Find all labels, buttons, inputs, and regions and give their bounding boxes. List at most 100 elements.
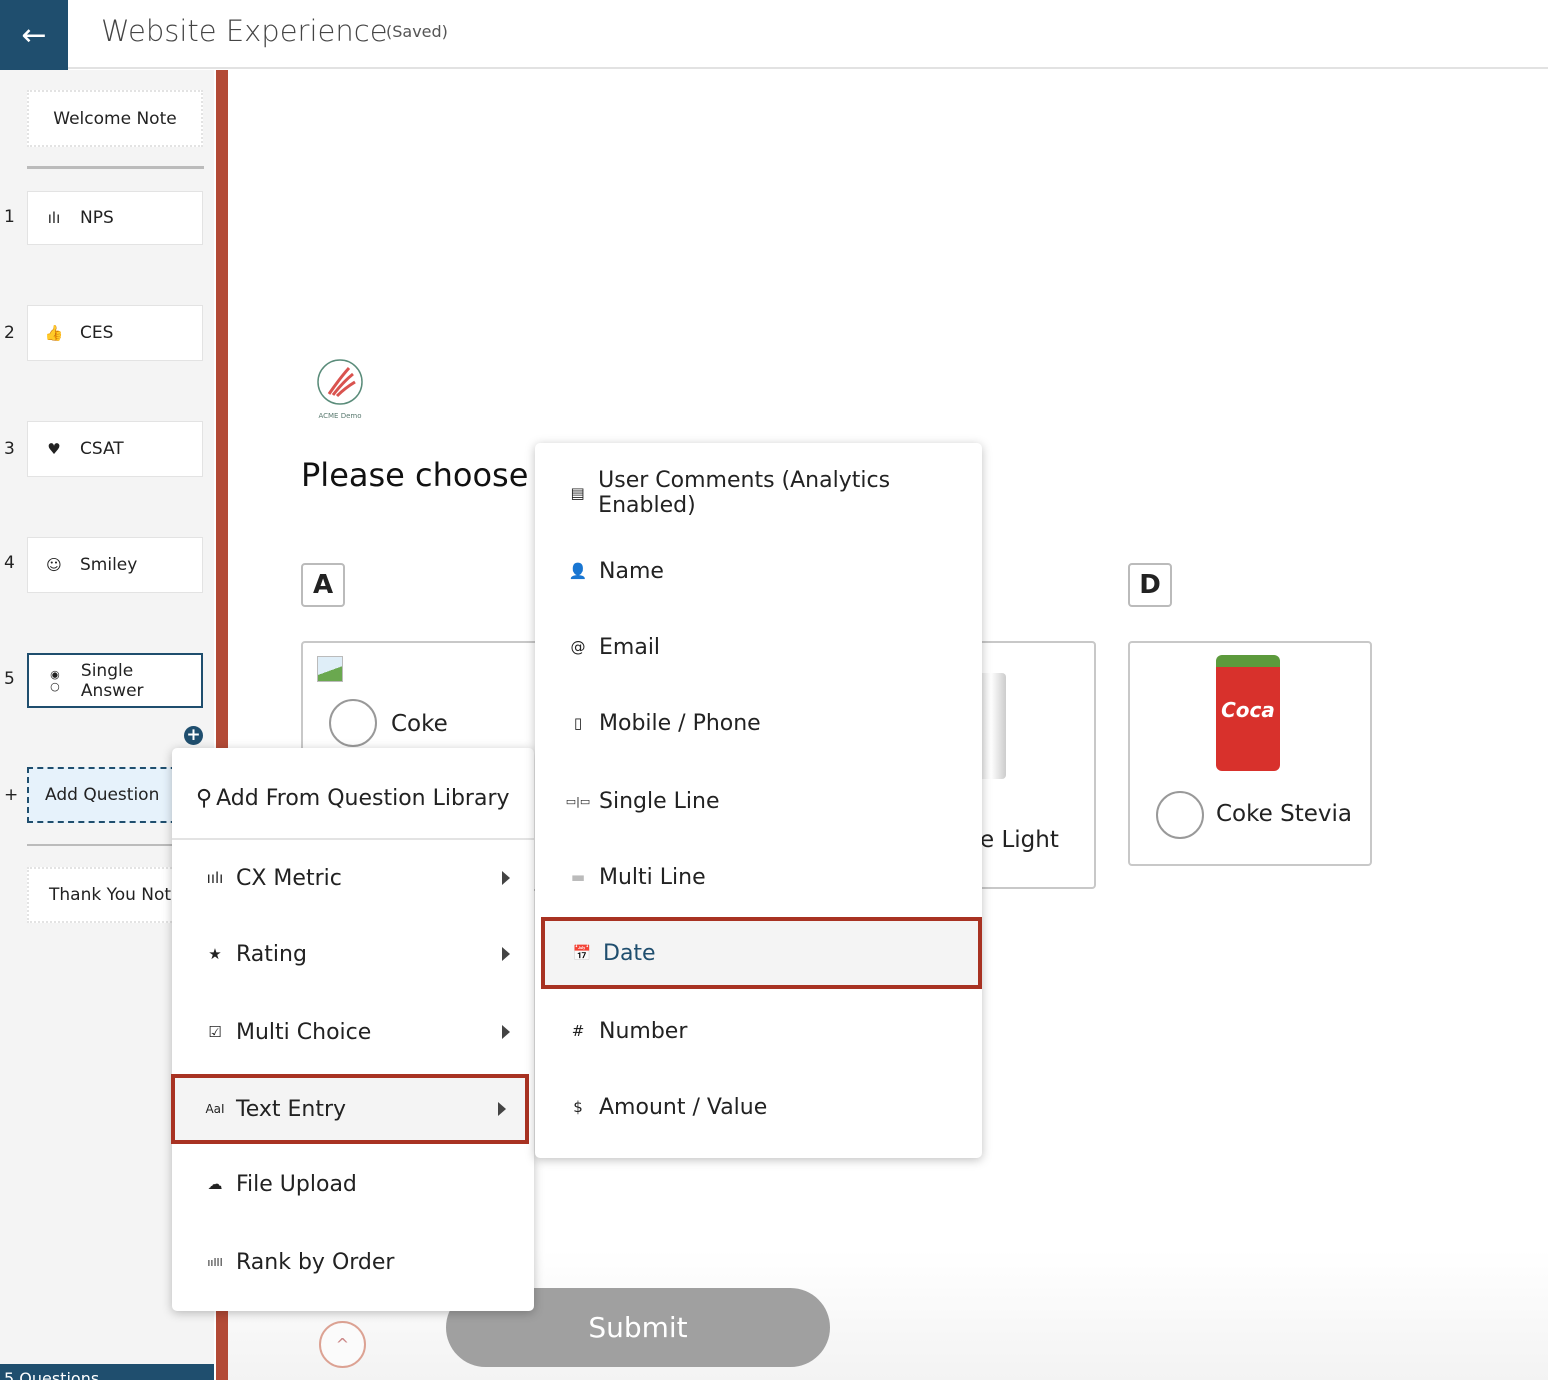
menu-label: Rank by Order: [236, 1249, 395, 1275]
logo-icon: [317, 359, 363, 405]
option-label: Coke Stevia: [1216, 801, 1352, 827]
single-line-icon: ▭|▭: [565, 794, 591, 808]
item-label: Single Answer: [80, 660, 144, 701]
menu-label: Mobile / Phone: [599, 710, 761, 736]
chevron-right-icon: [502, 947, 510, 961]
submenu-item-number[interactable]: # Number: [535, 996, 982, 1066]
menu-label: Date: [603, 940, 656, 966]
submenu-item-date[interactable]: 📅 Date: [541, 917, 982, 989]
question-number: 5: [4, 669, 15, 689]
thumbs-up-icon: 👍: [44, 324, 64, 342]
bar-chart-icon: ıılı: [206, 869, 224, 887]
logo-text: ACME Demo: [318, 412, 362, 420]
menu-label: Add From Question Library: [216, 785, 510, 811]
user-icon: 👤: [568, 562, 588, 580]
broken-image-icon: [317, 656, 343, 682]
product-image: Coca: [1216, 655, 1280, 771]
item-label: CSAT: [80, 439, 124, 459]
submenu-item-multi-line[interactable]: ▬ Multi Line: [535, 842, 982, 912]
submenu-item-single-line[interactable]: ▭|▭ Single Line: [535, 766, 982, 836]
separator: [27, 166, 204, 169]
menu-label: Rating: [236, 941, 307, 967]
menu-item-file-upload[interactable]: ☁ File Upload: [172, 1149, 534, 1219]
question-number: 3: [4, 439, 15, 459]
phone-icon: ▯: [573, 714, 583, 732]
multi-line-icon: ▬: [570, 868, 586, 886]
menu-item-library[interactable]: ⚲ Add From Question Library: [172, 763, 534, 833]
nps-icon: ılı: [47, 209, 61, 227]
item-label: Smiley: [80, 555, 138, 575]
sidebar-item-csat[interactable]: ♥ CSAT: [27, 421, 203, 477]
sidebar-item-nps[interactable]: ılı NPS: [27, 191, 203, 245]
sidebar-item-smiley[interactable]: ☺ Smiley: [27, 537, 203, 593]
scroll-up-button[interactable]: ^: [319, 1321, 366, 1368]
submenu-item-email[interactable]: @ Email: [535, 612, 982, 682]
dollar-icon: $: [573, 1098, 583, 1116]
heart-icon: ♥: [47, 440, 61, 458]
menu-label: Multi Choice: [236, 1019, 372, 1045]
question-count-bar: 5 Questions: [0, 1364, 214, 1380]
sidebar-item-ces[interactable]: 👍 CES: [27, 305, 203, 361]
submit-label: Submit: [588, 1311, 688, 1344]
menu-item-text-entry[interactable]: AaI Text Entry: [171, 1074, 529, 1144]
question-number: 1: [4, 207, 15, 227]
logo: ACME Demo: [315, 358, 365, 420]
text-icon: AaI: [205, 1102, 225, 1116]
radio-icon: ◉ ○: [50, 667, 60, 693]
chevron-right-icon: [498, 1102, 506, 1116]
option-card-coke-stevia[interactable]: Coca Coke Stevia: [1128, 641, 1372, 866]
arrow-left-icon: ←: [21, 17, 47, 53]
submenu-item-name[interactable]: 👤 Name: [535, 536, 982, 606]
option-letter: D: [1128, 563, 1172, 607]
rank-icon: ıılll: [207, 1255, 223, 1269]
menu-item-rating[interactable]: ★ Rating: [172, 919, 534, 989]
add-question-label: Add Question: [45, 785, 160, 805]
separator: [172, 838, 534, 840]
menu-label: Email: [599, 634, 661, 660]
thank-you-label: Thank You Note: [49, 885, 182, 905]
welcome-note[interactable]: Welcome Note: [27, 90, 203, 147]
sidebar-item-single-answer[interactable]: ◉ ○ Single Answer: [27, 653, 203, 708]
chevron-right-icon: [502, 871, 510, 885]
submenu-item-phone[interactable]: ▯ Mobile / Phone: [535, 688, 982, 758]
hash-icon: #: [571, 1022, 585, 1040]
question-text: Please choose y: [301, 456, 558, 494]
item-label: CES: [80, 323, 114, 343]
cloud-upload-icon: ☁: [207, 1175, 223, 1193]
menu-label: CX Metric: [236, 865, 342, 891]
search-icon: ⚲: [196, 785, 213, 811]
comment-icon: ▤: [570, 484, 585, 502]
question-type-menu: ⚲ Add From Question Library ıılı CX Metric…: [171, 748, 534, 1311]
chevron-right-icon: [502, 1025, 510, 1039]
menu-label: Number: [599, 1018, 688, 1044]
menu-item-multi-choice[interactable]: ☑ Multi Choice: [172, 997, 534, 1067]
submenu-item-user-comments[interactable]: ▤ User Comments (Analytics Enabled): [535, 458, 982, 528]
calendar-icon: 📅: [572, 944, 592, 962]
menu-label: Text Entry: [236, 1096, 347, 1122]
checkbox-icon: ☑: [208, 1023, 222, 1041]
at-icon: @: [570, 638, 586, 656]
item-label: NPS: [80, 208, 114, 228]
welcome-label: Welcome Note: [53, 108, 177, 129]
text-entry-submenu: ▤ User Comments (Analytics Enabled) 👤 Name…: [535, 443, 982, 1158]
menu-item-cx-metric[interactable]: ıılı CX Metric: [172, 843, 534, 913]
menu-label: Name: [599, 558, 664, 584]
menu-label: Amount / Value: [599, 1094, 768, 1120]
question-number: 2: [4, 323, 15, 343]
menu-item-rank-by-order[interactable]: ıılll Rank by Order: [172, 1227, 534, 1297]
back-button[interactable]: ←: [0, 0, 68, 70]
add-between-button[interactable]: +: [184, 726, 203, 745]
save-status: (Saved): [386, 22, 448, 41]
chevron-up-icon: ^: [335, 1335, 350, 1354]
option-radio[interactable]: [329, 699, 377, 747]
plus-icon: +: [4, 785, 19, 805]
page-title: Website Experience: [101, 14, 388, 48]
star-icon: ★: [208, 945, 222, 963]
option-label: e Light: [980, 827, 1059, 853]
menu-label: Single Line: [599, 788, 720, 814]
option-radio[interactable]: [1156, 791, 1204, 839]
submenu-item-amount[interactable]: $ Amount / Value: [535, 1072, 982, 1142]
question-number: 4: [4, 553, 15, 573]
menu-label: File Upload: [236, 1171, 357, 1197]
add-question-button[interactable]: Add Question: [27, 767, 187, 823]
